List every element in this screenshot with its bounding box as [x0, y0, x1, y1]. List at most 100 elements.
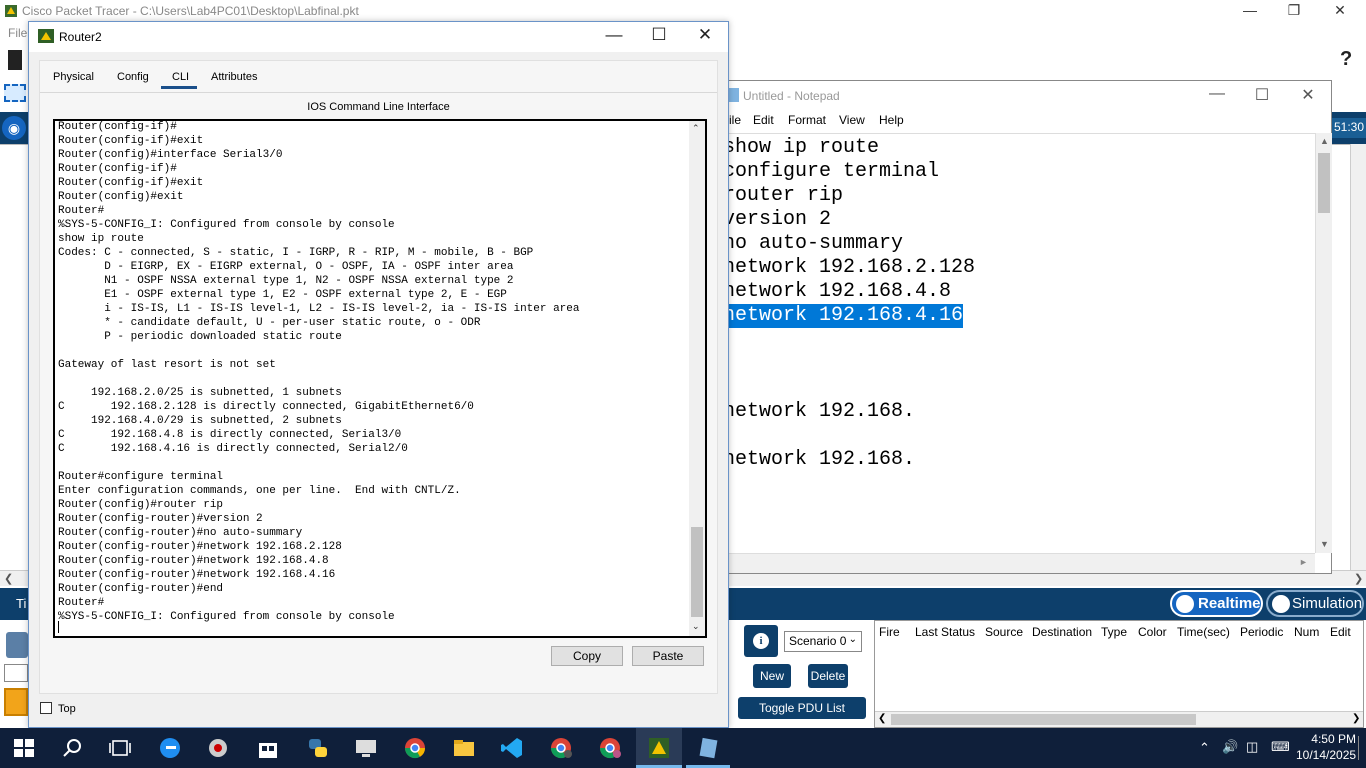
logical-view-icon[interactable]: ◉: [2, 116, 26, 140]
cli-line: Router(config)#router rip: [58, 499, 224, 511]
python-icon[interactable]: [306, 736, 330, 760]
simulation-button[interactable]: Simulation: [1266, 590, 1364, 617]
cli-line: 192.168.2.0/25 is subnetted, 1 subnets: [58, 387, 342, 399]
tab-cli[interactable]: CLI: [172, 71, 189, 83]
notepad-line: network 192.168.2.128: [729, 256, 976, 279]
notepad-menu-view[interactable]: View: [839, 113, 865, 127]
notepad-vscroll-thumb[interactable]: [1318, 153, 1330, 213]
scenario-info-button[interactable]: i: [744, 625, 778, 657]
file-explorer-icon[interactable]: [452, 736, 476, 760]
show-desktop-button[interactable]: [1358, 736, 1362, 760]
cli-line: C 192.168.4.8 is directly connected, Ser…: [58, 429, 402, 441]
scenario-select[interactable]: Scenario 0 ⌄: [784, 631, 862, 652]
cli-line: Router(config-router)#end: [58, 583, 224, 595]
packet-tracer-app-icon: [5, 5, 17, 17]
router2-close-button[interactable]: ✕: [682, 25, 728, 45]
pt-close-button[interactable]: ✕: [1320, 2, 1360, 19]
delete-scenario-button[interactable]: Delete: [808, 664, 848, 688]
scroll-left-icon[interactable]: ❮: [878, 713, 886, 724]
notepad-line: configure terminal: [729, 160, 940, 183]
volume-icon[interactable]: 🔊: [1222, 739, 1238, 755]
network-tool-icon[interactable]: [206, 736, 230, 760]
notepad-text-area[interactable]: show ip route configure terminal router ri…: [729, 133, 1315, 553]
top-checkbox[interactable]: [40, 702, 52, 714]
tab-attributes[interactable]: Attributes: [211, 71, 257, 83]
scroll-right-icon[interactable]: ❯: [1354, 572, 1363, 585]
packet-tracer-icon[interactable]: [647, 736, 671, 760]
clock-icon: [1176, 595, 1194, 613]
connections-icon[interactable]: [4, 688, 28, 716]
end-devices-icon[interactable]: [4, 664, 28, 682]
remote-desktop-icon[interactable]: [354, 736, 378, 760]
notepad-menu-file[interactable]: ile: [729, 113, 741, 127]
scroll-left-icon[interactable]: ❮: [4, 572, 13, 585]
cli-terminal[interactable]: Router(config-if)# Router(config-if)#exit…: [53, 119, 707, 638]
scroll-down-icon[interactable]: ▼: [1320, 539, 1329, 549]
pt-minimize-button[interactable]: —: [1230, 2, 1270, 18]
edge-icon[interactable]: [158, 736, 182, 760]
pt-workspace-vscroll[interactable]: [1350, 144, 1366, 570]
paste-button[interactable]: Paste: [632, 646, 704, 666]
chrome-profile-icon[interactable]: [549, 736, 573, 760]
notepad-maximize-button[interactable]: ☐: [1239, 85, 1285, 105]
tray-overflow-icon[interactable]: ⌃: [1199, 740, 1210, 756]
cli-line: %SYS-5-CONFIG_I: Configured from console…: [58, 611, 395, 623]
new-file-icon[interactable]: [8, 50, 22, 70]
store-icon[interactable]: [256, 736, 280, 760]
notepad-hscroll[interactable]: ►: [729, 553, 1315, 573]
taskbar-clock[interactable]: 4:50 PM 10/14/2025: [1296, 731, 1356, 763]
pdu-hscroll[interactable]: ❮ ❯: [875, 711, 1363, 727]
new-scenario-button[interactable]: New: [753, 664, 791, 688]
scroll-up-icon[interactable]: ▲: [1320, 136, 1329, 146]
cli-line: Router#: [58, 597, 105, 609]
notepad-menu-format[interactable]: Format: [788, 113, 826, 127]
notepad-menu-help[interactable]: Help: [879, 113, 904, 127]
notepad-minimize-button[interactable]: —: [1194, 85, 1240, 103]
scroll-up-icon[interactable]: ⌃: [692, 123, 700, 134]
toggle-pdu-list-button[interactable]: Toggle PDU List Window: [738, 697, 866, 737]
help-icon[interactable]: ?: [1340, 48, 1352, 71]
notepad-line: network 192.168.: [729, 400, 916, 423]
pdu-col-edit: Edit: [1330, 625, 1351, 639]
scroll-down-icon[interactable]: ⌄: [692, 621, 700, 632]
pdu-hscroll-thumb[interactable]: [891, 714, 1196, 725]
pdu-col-color: Color: [1138, 625, 1167, 639]
chrome-profile2-icon[interactable]: [598, 736, 622, 760]
cli-line: * - candidate default, U - per-user stat…: [58, 317, 481, 329]
tab-config[interactable]: Config: [117, 71, 149, 83]
pt-time-display: 51:30: [1330, 118, 1366, 138]
cli-line: C 192.168.2.128 is directly connected, G…: [58, 401, 474, 413]
pt-menu-file[interactable]: File: [8, 26, 27, 40]
chrome-icon[interactable]: [403, 736, 427, 760]
pdu-col-source: Source: [985, 625, 1024, 639]
tab-separator: [40, 92, 717, 93]
notepad-icon[interactable]: [696, 736, 720, 760]
keyboard-icon[interactable]: ⌨: [1271, 739, 1290, 755]
network-icon[interactable]: ◫: [1246, 739, 1258, 755]
notepad-close-button[interactable]: ✕: [1285, 85, 1331, 105]
cli-line: Router#configure terminal: [58, 471, 224, 483]
active-tab-indicator: [161, 86, 197, 89]
router2-minimize-button[interactable]: —: [591, 25, 637, 45]
pt-restore-button[interactable]: ❐: [1274, 2, 1314, 19]
select-area-icon[interactable]: [4, 84, 26, 102]
start-icon[interactable]: [12, 736, 36, 760]
router2-maximize-button[interactable]: ☐: [636, 25, 682, 45]
task-view-icon[interactable]: [108, 736, 132, 760]
copy-button[interactable]: Copy: [551, 646, 623, 666]
search-icon[interactable]: [61, 736, 85, 760]
tab-physical[interactable]: Physical: [53, 71, 94, 83]
scroll-right-icon[interactable]: ►: [1299, 557, 1308, 567]
router2-titlebar[interactable]: Router2 — ☐ ✕: [29, 22, 728, 52]
notepad-titlebar[interactable]: Untitled - Notepad — ☐ ✕: [729, 81, 1331, 111]
cli-line: [58, 372, 688, 386]
cli-vscroll-thumb[interactable]: [691, 527, 703, 617]
realtime-button[interactable]: Realtime: [1170, 590, 1263, 617]
notepad-vscroll[interactable]: ▲ ▼: [1315, 133, 1332, 553]
pdu-col-num: Num: [1294, 625, 1320, 639]
scroll-right-icon[interactable]: ❯: [1352, 713, 1360, 724]
notepad-menu-edit[interactable]: Edit: [753, 113, 774, 127]
vscode-icon[interactable]: [500, 736, 524, 760]
network-devices-icon[interactable]: [6, 632, 28, 658]
cli-vscroll[interactable]: ⌃ ⌄: [689, 121, 705, 636]
